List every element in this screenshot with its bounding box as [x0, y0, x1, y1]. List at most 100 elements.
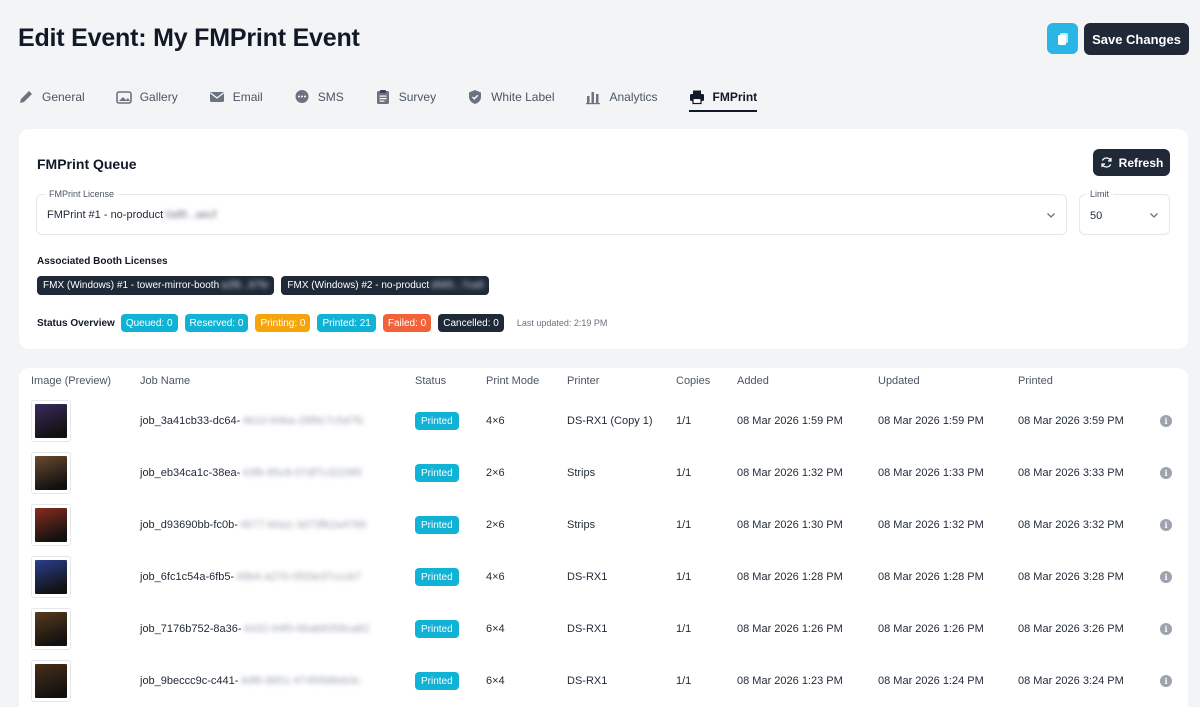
associated-booth-licenses-title: Associated Booth Licenses	[37, 256, 168, 267]
fmprint-license-select[interactable]: FMPrint License FMPrint #1 - no-product 0…	[36, 189, 1067, 235]
limit-field-label: Limit	[1086, 189, 1114, 199]
thumbnail-photo	[35, 664, 67, 698]
image-thumbnail[interactable]	[31, 504, 71, 546]
image-preview-cell	[31, 551, 71, 603]
job-id-redacted: 4df6-8851-474f0fd8eb3c	[240, 675, 361, 687]
copies-cell: 1/1	[676, 467, 692, 479]
col-header-print-mode: Print Mode	[486, 375, 540, 387]
job-name-cell: job_d93690bb-fc0b- 4677-b0a1-3d73fb2a4766	[140, 499, 366, 551]
status-badge: Printed	[415, 464, 459, 482]
refresh-button[interactable]: Refresh	[1093, 149, 1170, 176]
printed-cell: 08 Mar 2026 3:59 PM	[1018, 415, 1124, 427]
booth-license-label: FMX (Windows) #2 - no-product	[287, 280, 430, 291]
status-cell: Printed	[415, 447, 459, 499]
printer-cell: DS-RX1 (Copy 1)	[567, 415, 653, 427]
queue-title: FMPrint Queue	[37, 156, 137, 172]
col-header-job-name: Job Name	[140, 375, 191, 387]
status-overview: Status Overview Queued: 0 Reserved: 0 Pr…	[37, 314, 607, 332]
tab-survey[interactable]: Survey	[375, 83, 436, 111]
col-header-copies: Copies	[676, 375, 711, 387]
copy-icon	[1057, 32, 1068, 45]
job-name: job_d93690bb-fc0b-	[140, 519, 238, 531]
info-icon[interactable]: i	[1160, 571, 1172, 583]
info-cell: i	[1160, 551, 1172, 603]
limit-select[interactable]: Limit 50	[1079, 189, 1170, 235]
tab-analytics[interactable]: Analytics	[585, 83, 658, 111]
tab-label: SMS	[317, 90, 344, 104]
image-thumbnail[interactable]	[31, 660, 71, 702]
image-thumbnail[interactable]	[31, 608, 71, 650]
tab-fmprint[interactable]: FMPrint	[688, 83, 757, 112]
tab-label: White Label	[491, 90, 555, 104]
top-bar: Edit Event: My FMPrint Event Save Change…	[0, 0, 1200, 72]
printer-cell: DS-RX1	[567, 623, 608, 635]
status-cell: Printed	[415, 499, 459, 551]
table-row[interactable]: job_d93690bb-fc0b- 4677-b0a1-3d73fb2a4766…	[19, 499, 1188, 551]
save-changes-button[interactable]: Save Changes	[1084, 23, 1189, 55]
updated-cell: 08 Mar 2026 1:28 PM	[878, 571, 984, 583]
tab-label: Survey	[398, 90, 437, 104]
status-badge-queued: Queued: 0	[120, 314, 178, 332]
copy-button[interactable]	[1047, 23, 1078, 54]
updated-cell: 08 Mar 2026 1:26 PM	[878, 623, 984, 635]
tab-sms[interactable]: SMS	[294, 83, 344, 111]
info-icon[interactable]: i	[1160, 519, 1172, 531]
added-cell: 08 Mar 2026 1:30 PM	[737, 519, 843, 531]
license-id-redacted: 0af8...aecf	[165, 209, 217, 221]
job-name: job_7176b752-8a36-	[140, 623, 242, 635]
thumbnail-photo	[35, 612, 67, 646]
image-preview-cell	[31, 395, 71, 447]
copies-cell: 1/1	[676, 623, 692, 635]
thumbnail-photo	[35, 560, 67, 594]
col-header-printed: Printed	[1018, 375, 1053, 387]
table-row[interactable]: job_6fc1c54a-6fb5- 49b4-a270-0f20e37cccb7…	[19, 551, 1188, 603]
image-preview-cell	[31, 447, 71, 499]
tab-general[interactable]: General	[18, 83, 85, 111]
status-cell: Printed	[415, 603, 459, 655]
license-field-label: FMPrint License	[45, 189, 119, 199]
info-icon[interactable]: i	[1160, 467, 1172, 479]
table-row[interactable]: job_7176b752-8a36- 4432-94f0-66ab8358ca82…	[19, 603, 1188, 655]
tab-label: Email	[232, 90, 263, 104]
thumbnail-photo	[35, 404, 67, 438]
table-row[interactable]: job_9beccc9c-c441- 4df6-8851-474f0fd8eb3c…	[19, 655, 1188, 707]
chevron-down-icon	[1150, 213, 1158, 218]
image-thumbnail[interactable]	[31, 452, 71, 494]
col-header-status: Status	[415, 375, 447, 387]
print-mode-cell: 6×4	[486, 675, 505, 687]
added-cell: 08 Mar 2026 1:32 PM	[737, 467, 843, 479]
added-cell: 08 Mar 2026 1:59 PM	[737, 415, 843, 427]
job-id-redacted: 4b10-84ba-28f9c7c5d7fc	[242, 415, 365, 427]
updated-cell: 08 Mar 2026 1:33 PM	[878, 467, 984, 479]
shield-icon	[469, 90, 482, 104]
thumbnail-photo	[35, 508, 67, 542]
info-icon[interactable]: i	[1160, 623, 1172, 635]
booth-license-chip: FMX (Windows) #1 - tower-mirror-booth a2f…	[37, 276, 275, 295]
image-thumbnail[interactable]	[31, 400, 71, 442]
status-badge: Printed	[415, 568, 459, 586]
refresh-icon	[1101, 157, 1112, 168]
printed-cell: 08 Mar 2026 3:26 PM	[1018, 623, 1124, 635]
table-row[interactable]: job_eb34ca1c-38ea- 43fb-85c8-07df7c3229f9…	[19, 447, 1188, 499]
updated-cell: 08 Mar 2026 1:24 PM	[878, 675, 984, 687]
tab-white-label[interactable]: White Label	[467, 83, 554, 111]
image-thumbnail[interactable]	[31, 556, 71, 598]
status-badge-reserved: Reserved: 0	[184, 314, 249, 332]
info-cell: i	[1160, 499, 1172, 551]
table-row[interactable]: job_3a41cb33-dc64- 4b10-84ba-28f9c7c5d7fc…	[19, 395, 1188, 447]
printed-cell: 08 Mar 2026 3:24 PM	[1018, 675, 1124, 687]
booth-license-chips: FMX (Windows) #1 - tower-mirror-booth a2f…	[37, 276, 496, 295]
printer-cell: Strips	[567, 519, 596, 531]
image-icon	[115, 91, 132, 104]
info-icon[interactable]: i	[1160, 675, 1172, 687]
tab-email[interactable]: Email	[209, 83, 263, 111]
job-name-cell: job_3a41cb33-dc64- 4b10-84ba-28f9c7c5d7fc	[140, 395, 364, 447]
printer-icon	[689, 90, 704, 105]
printed-cell: 08 Mar 2026 3:33 PM	[1018, 467, 1124, 479]
tab-gallery[interactable]: Gallery	[115, 83, 178, 111]
info-cell: i	[1160, 447, 1172, 499]
last-updated: Last updated: 2:19 PM	[516, 318, 608, 328]
copies-cell: 1/1	[676, 571, 692, 583]
info-icon[interactable]: i	[1160, 415, 1172, 427]
limit-value: 50	[1090, 210, 1103, 222]
